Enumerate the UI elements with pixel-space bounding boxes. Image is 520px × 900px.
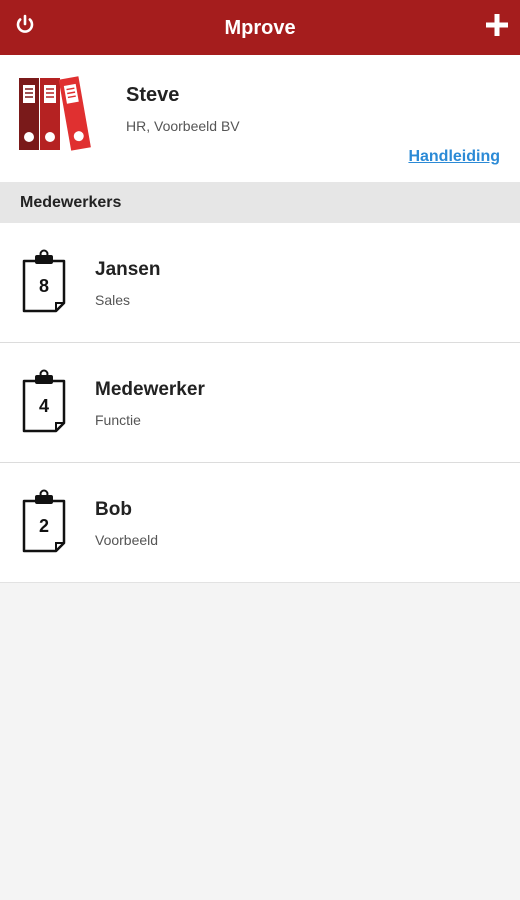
- employee-role: Sales: [95, 292, 131, 308]
- profile-card: Steve HR, Voorbeeld BV Handleiding: [0, 55, 520, 182]
- employee-role: Functie: [95, 412, 141, 428]
- add-button[interactable]: [484, 12, 510, 38]
- clipboard-count: 8: [38, 276, 49, 296]
- app-bar: Mprove: [0, 0, 520, 55]
- list-item[interactable]: 8 Jansen Sales: [0, 223, 520, 343]
- clipboard-count: 4: [38, 396, 49, 416]
- profile-organization: HR, Voorbeeld BV: [126, 118, 240, 134]
- employee-name: Jansen: [95, 259, 161, 280]
- binders-icon: [18, 75, 98, 153]
- list-item[interactable]: 2 Bob Voorbeeld: [0, 463, 520, 583]
- list-item[interactable]: 4 Medewerker Functie: [0, 343, 520, 463]
- section-label: Medewerkers: [20, 194, 122, 211]
- employee-name: Medewerker: [95, 379, 205, 400]
- manual-link[interactable]: Handleiding: [408, 147, 500, 167]
- clipboard-count: 2: [38, 516, 49, 536]
- plus-icon: [486, 14, 508, 36]
- profile-name: Steve: [126, 84, 180, 106]
- app-title: Mprove: [224, 17, 296, 39]
- employee-name: Bob: [95, 499, 132, 520]
- employee-list: 8 Jansen Sales 4 Medewerker Functie 2 Bo…: [0, 223, 520, 583]
- employee-role: Voorbeeld: [95, 532, 159, 548]
- section-header: Medewerkers: [0, 182, 520, 223]
